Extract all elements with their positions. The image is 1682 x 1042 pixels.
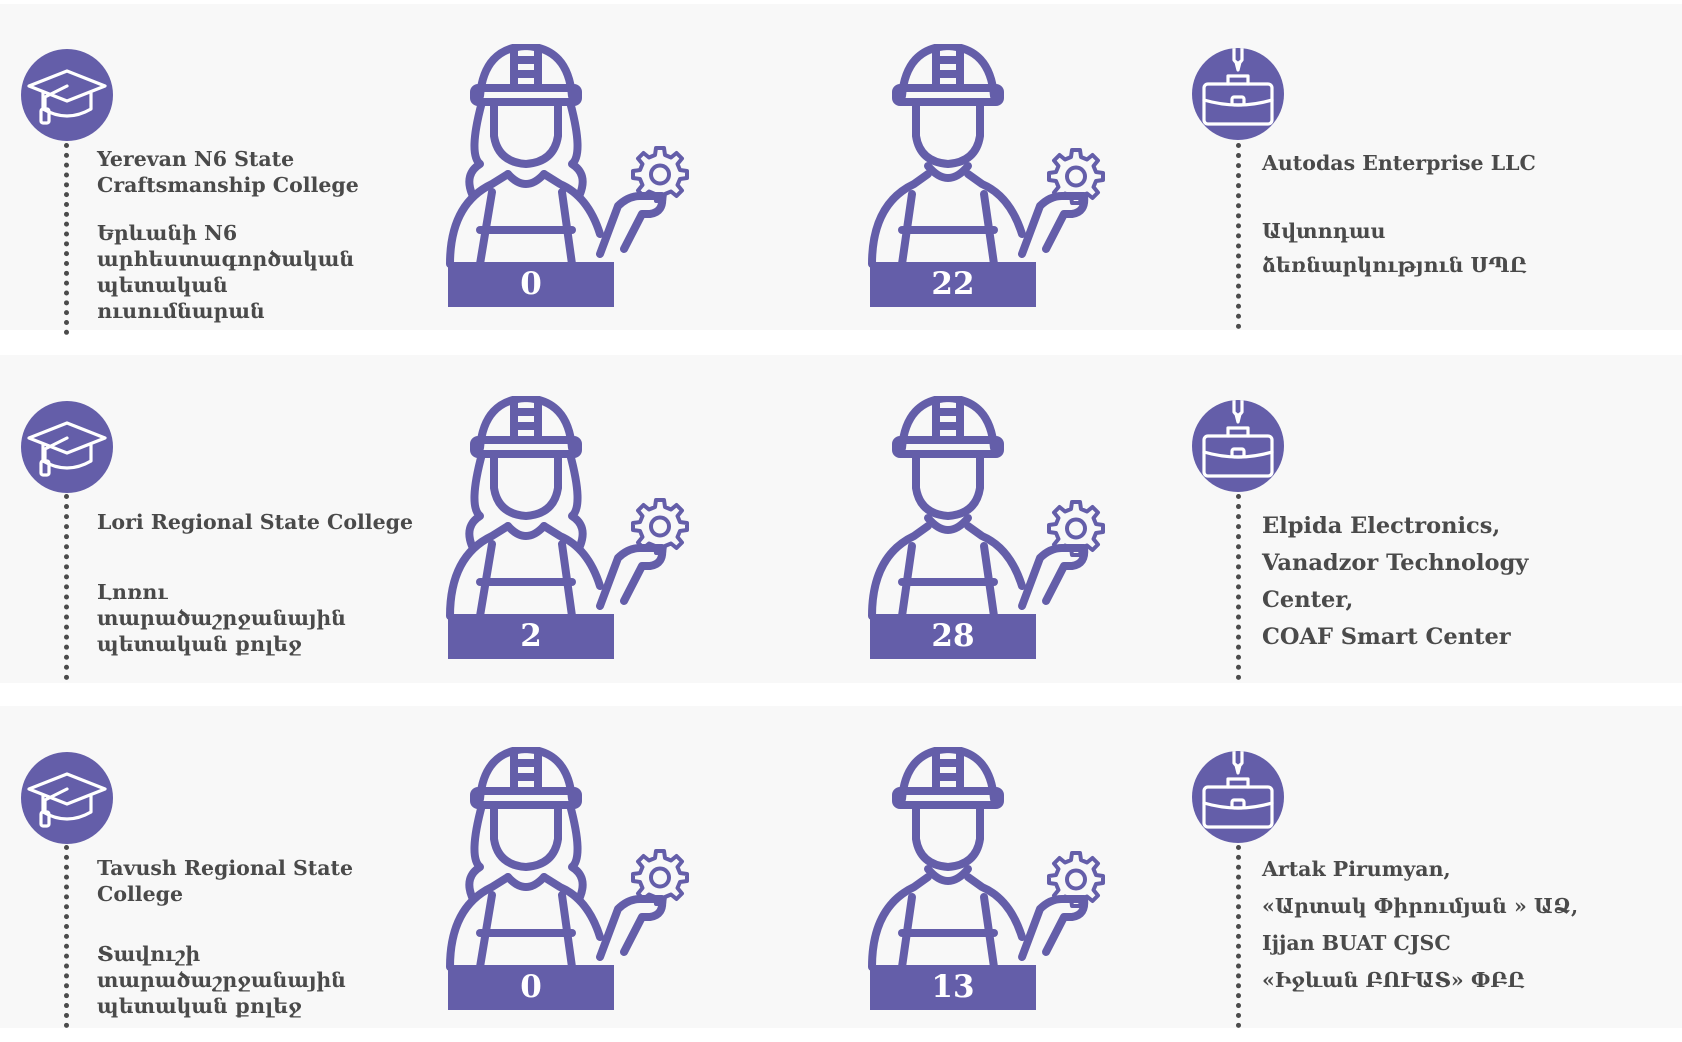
male-count: 13 — [870, 965, 1036, 1010]
college-name: Tavush Regional State College Տավուշի տա… — [97, 855, 377, 1019]
company-list: Autodas Enterprise LLC Ավտոդաս ձեռնարկու… — [1262, 146, 1642, 282]
male-count: 22 — [870, 262, 1036, 307]
college-row-1: Yerevan N6 State Craftsmanship College Ե… — [0, 0, 1682, 340]
college-row-3: Tavush Regional State College Տավուշի տա… — [0, 702, 1682, 1042]
college-row-2: Lori Regional State College Լոռու տարածա… — [0, 351, 1682, 691]
company-name: Elpida Electronics, — [1262, 513, 1501, 539]
graduation-cap-icon — [21, 49, 113, 141]
gear-icon — [630, 496, 690, 556]
company-name: Center, — [1262, 587, 1354, 613]
company-name: Ավտոդաս — [1262, 219, 1386, 243]
college-name-en: Lori Regional State College — [97, 510, 413, 534]
company-list: Artak Pirumyan, «Արտակ Փիրումյան » ԱՁ, I… — [1262, 851, 1642, 999]
dotted-connector — [1236, 845, 1241, 1028]
female-count: 0 — [448, 965, 614, 1010]
gear-icon — [630, 847, 690, 907]
company-name: Vanadzor Technology — [1262, 550, 1529, 576]
dotted-connector — [64, 143, 69, 335]
company-name — [1262, 180, 1642, 214]
gear-icon — [630, 144, 690, 204]
company-name: Ijjan BUAT CJSC — [1262, 931, 1451, 955]
college-name-en: Yerevan N6 State Craftsmanship College — [97, 147, 359, 197]
college-name: Yerevan N6 State Craftsmanship College Ե… — [97, 146, 377, 324]
company-name: ձեռնարկություն ՍՊԸ — [1262, 253, 1527, 277]
female-count: 2 — [448, 614, 614, 659]
female-worker-icon: 2 — [428, 396, 688, 666]
male-worker-icon: 22 — [850, 44, 1110, 314]
company-name: Autodas Enterprise LLC — [1262, 151, 1536, 175]
dotted-connector — [1236, 143, 1241, 329]
company-name: COAF Smart Center — [1262, 624, 1511, 650]
briefcase-icon — [1192, 751, 1284, 843]
college-name-hy: Երևանի N6 արհեստագործական պետական ուսում… — [97, 221, 355, 323]
male-worker-icon: 13 — [850, 747, 1110, 1017]
company-list: Elpida Electronics, Vanadzor Technology … — [1262, 508, 1642, 656]
female-worker-icon: 0 — [428, 747, 688, 1017]
female-worker-icon: 0 — [428, 44, 688, 314]
male-count: 28 — [870, 614, 1036, 659]
gear-icon — [1046, 146, 1106, 206]
college-name: Lori Regional State College Լոռու տարածա… — [97, 509, 413, 657]
dotted-connector — [1236, 494, 1241, 680]
dotted-connector — [64, 845, 69, 1028]
company-name: «Իջևան ԲՈՒԱՏ» ՓԲԸ — [1262, 968, 1525, 992]
briefcase-icon — [1192, 48, 1284, 140]
gear-icon — [1046, 849, 1106, 909]
college-name-en: Tavush Regional State College — [97, 856, 354, 906]
company-name: Artak Pirumyan, — [1262, 857, 1451, 881]
dotted-connector — [64, 494, 69, 680]
graduation-cap-icon — [21, 752, 113, 844]
male-worker-icon: 28 — [850, 396, 1110, 666]
college-name-hy: Լոռու տարածաշրջանային պետական քոլեջ — [97, 580, 346, 656]
briefcase-icon — [1192, 400, 1284, 492]
company-name: «Արտակ Փիրումյան » ԱՁ, — [1262, 894, 1579, 918]
gear-icon — [1046, 498, 1106, 558]
female-count: 0 — [448, 262, 614, 307]
college-name-hy: Տավուշի տարածաշրջանային պետական քոլեջ — [97, 942, 346, 1018]
graduation-cap-icon — [21, 401, 113, 493]
